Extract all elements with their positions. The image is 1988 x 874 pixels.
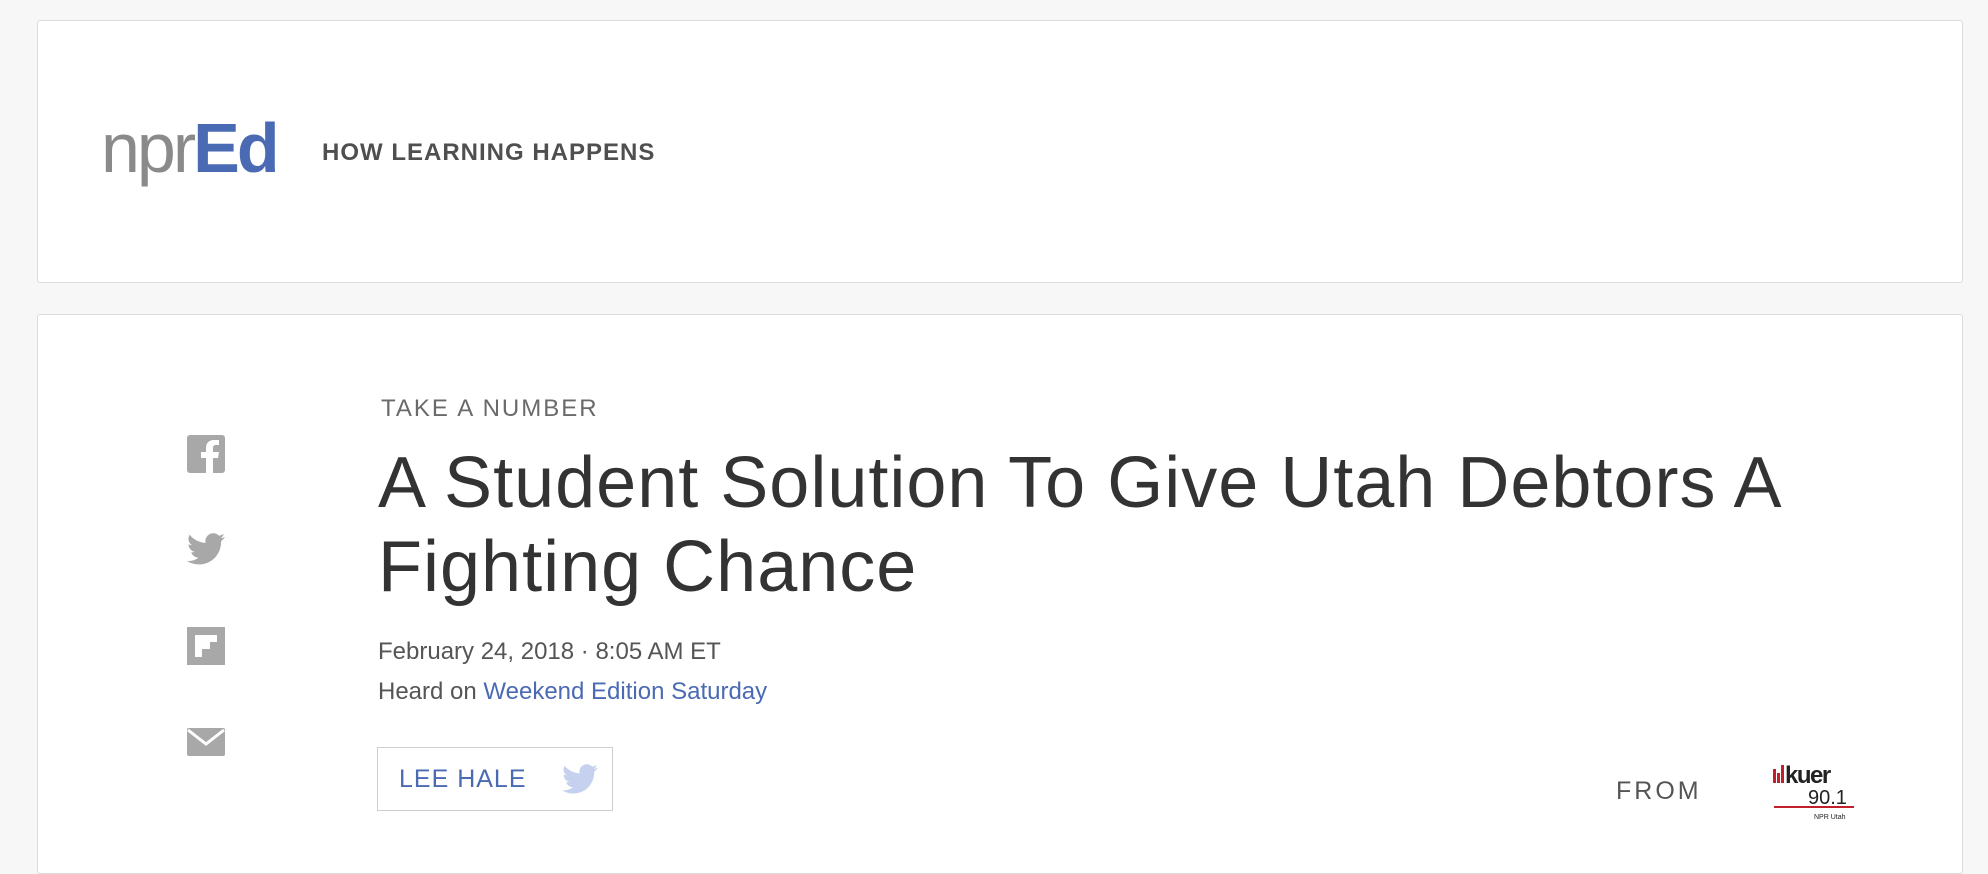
logo-npr-text: npr [101, 109, 196, 187]
heard-on-label: Heard on [378, 678, 484, 705]
from-label: FROM [1616, 777, 1702, 805]
article-date: February 24, 2018 · 8:05 AM ET [378, 638, 721, 665]
heard-on-line: Heard on Weekend Edition Saturday [378, 678, 767, 706]
svg-text:kuer: kuer [1785, 762, 1831, 789]
site-header: npr Ed HOW LEARNING HAPPENS [37, 20, 1963, 283]
show-link[interactable]: Weekend Edition Saturday [483, 678, 767, 705]
svg-text:90.1: 90.1 [1808, 787, 1847, 809]
article-card: TAKE A NUMBER A Student Solution To Give… [37, 314, 1963, 874]
flipboard-icon[interactable] [187, 627, 225, 665]
email-icon[interactable] [187, 723, 225, 761]
logo-ed-text: Ed [193, 109, 279, 187]
facebook-icon[interactable] [187, 435, 225, 473]
article-kicker[interactable]: TAKE A NUMBER [381, 395, 599, 423]
npr-ed-logo[interactable]: npr Ed [101, 109, 280, 187]
byline-author-button[interactable]: LEE HALE [377, 747, 613, 811]
kuer-station-logo[interactable]: kuer 90.1 NPR Utah [1772, 761, 1862, 823]
author-twitter-icon[interactable] [562, 764, 598, 796]
svg-text:NPR Utah: NPR Utah [1814, 814, 1846, 821]
author-name[interactable]: LEE HALE [399, 765, 527, 794]
site-tagline: HOW LEARNING HAPPENS [322, 139, 656, 166]
twitter-icon[interactable] [187, 531, 225, 569]
article-headline: A Student Solution To Give Utah Debtors … [378, 443, 1779, 607]
